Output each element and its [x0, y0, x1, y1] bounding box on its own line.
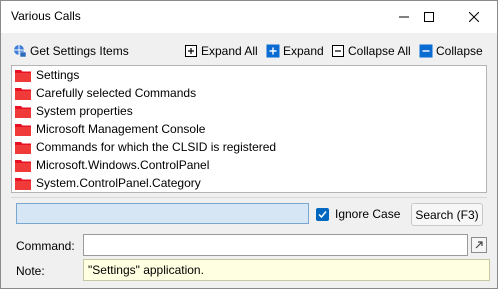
search-input[interactable]: [16, 203, 309, 224]
tree-item-label: Settings: [36, 68, 80, 82]
tree-item-carefully-selected-commands[interactable]: Carefully selected Commands: [15, 84, 196, 102]
arrow-up-right-icon: [475, 241, 483, 249]
collapse-all-button[interactable]: Collapse All: [331, 42, 411, 60]
tree-item-system-properties[interactable]: System properties: [15, 102, 133, 120]
window-title: Various Calls: [11, 9, 81, 23]
ignore-case-label: Ignore Case: [335, 207, 401, 221]
search-bar: Ignore Case Search (F3): [11, 197, 487, 231]
expand-all-button[interactable]: Expand All: [184, 42, 258, 60]
search-button[interactable]: Search (F3): [411, 203, 483, 226]
folder-icon: [15, 123, 31, 136]
collapse-button[interactable]: Collapse: [419, 42, 483, 60]
tree-item-label: Commands for which the CLSID is register…: [36, 140, 277, 154]
expand-label: Expand: [283, 44, 324, 58]
note-label: Note:: [16, 264, 45, 278]
tree-item-microsoft-management-console[interactable]: Microsoft Management Console: [15, 120, 205, 138]
tree-item-system-controlpanel-category[interactable]: System.ControlPanel.Category: [15, 174, 201, 192]
open-command-button[interactable]: [471, 237, 487, 253]
tree-item-clsid-commands[interactable]: Commands for which the CLSID is register…: [15, 138, 276, 156]
tree-item-settings[interactable]: Settings: [15, 66, 79, 84]
title-bar: Various Calls: [1, 1, 497, 33]
tree-item-label: Microsoft.Windows.ControlPanel: [36, 158, 210, 172]
toolbar: Get Settings Items Expand All Expand Col…: [1, 40, 497, 62]
checkmark-icon: [316, 207, 329, 221]
folder-icon: [15, 141, 31, 154]
collapse-all-label: Collapse All: [348, 44, 411, 58]
get-settings-items-button[interactable]: Get Settings Items: [13, 42, 129, 60]
tree-view[interactable]: Settings Carefully selected Commands Sys…: [11, 65, 487, 193]
tree-item-label: System properties: [36, 104, 133, 118]
maximize-button[interactable]: [406, 1, 452, 33]
collapse-all-icon: [332, 45, 344, 57]
search-button-label: Search (F3): [415, 207, 479, 222]
maximize-icon: [424, 12, 434, 22]
command-input[interactable]: [83, 234, 468, 256]
folder-icon: [15, 105, 31, 118]
expand-all-icon: [185, 45, 197, 57]
expand-all-label: Expand All: [201, 44, 258, 58]
ignore-case-checkbox[interactable]: Ignore Case: [316, 204, 400, 224]
tree-item-label: System.ControlPanel.Category: [36, 176, 201, 190]
note-text: "Settings" application.: [88, 263, 204, 277]
note-field: "Settings" application.: [83, 259, 490, 281]
folder-icon: [15, 87, 31, 100]
get-settings-items-label: Get Settings Items: [30, 44, 129, 58]
tree-item-label: Carefully selected Commands: [36, 86, 197, 100]
settings-globe-icon: [14, 45, 27, 58]
collapse-icon: [419, 44, 433, 58]
folder-icon: [15, 159, 31, 172]
collapse-label: Collapse: [436, 44, 483, 58]
command-label: Command:: [16, 239, 75, 253]
tree-item-microsoft-windows-controlpanel[interactable]: Microsoft.Windows.ControlPanel: [15, 156, 209, 174]
folder-icon: [15, 69, 31, 82]
expand-button[interactable]: Expand: [266, 42, 324, 60]
expand-icon: [266, 44, 280, 58]
tree-item-label: Microsoft Management Console: [36, 122, 206, 136]
various-calls-window: Various Calls Get Settings Items Expand …: [0, 0, 498, 289]
close-icon: [469, 12, 479, 22]
close-button[interactable]: [451, 1, 497, 33]
folder-icon: [15, 177, 31, 190]
